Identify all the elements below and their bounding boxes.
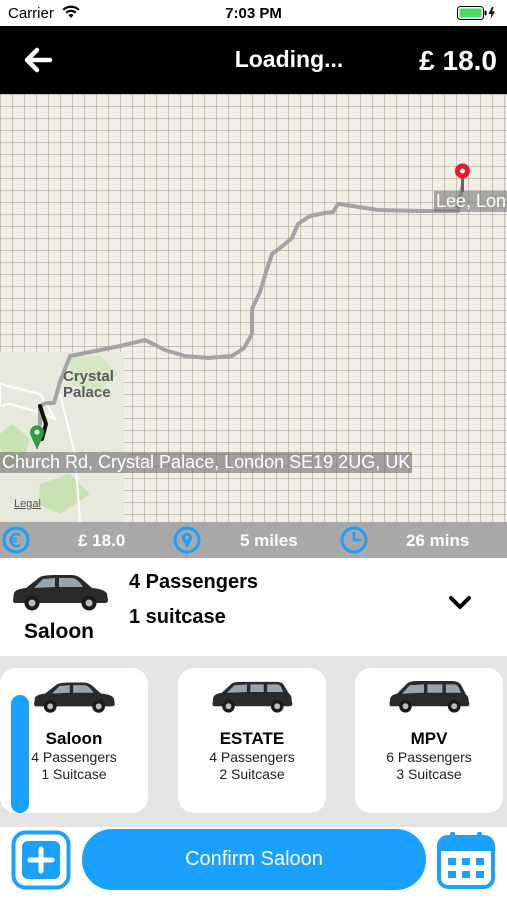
vehicle-option-luggage: 1 Suitcase (41, 766, 107, 782)
vehicle-option-saloon[interactable]: Saloon 4 Passengers 1 Suitcase (0, 668, 148, 813)
nav-price: £ 18.0 (419, 45, 497, 76)
selected-vehicle-panel[interactable]: Saloon 4 Passengers 1 suitcase (0, 558, 507, 656)
origin-pin-icon[interactable] (30, 425, 45, 450)
status-time: 7:03 PM (225, 5, 282, 22)
route-map[interactable]: Crystal Palace Legal Lee, Lon Church Rd,… (0, 94, 507, 522)
vehicle-option-name: Saloon (45, 729, 103, 748)
trip-duration: 26 mins (406, 531, 470, 550)
selected-vehicle-passengers: 4 Passengers (129, 571, 258, 593)
add-stop-button[interactable] (11, 830, 71, 890)
bottom-action-bar: Confirm Saloon (0, 827, 507, 900)
vehicle-option-estate[interactable]: ESTATE 4 Passengers 2 Suitcase (178, 668, 326, 813)
destination-pin-icon[interactable] (455, 163, 470, 193)
euro-icon (2, 526, 30, 554)
calendar-icon[interactable] (436, 830, 496, 890)
confirm-button[interactable]: Confirm Saloon (82, 829, 426, 890)
trip-info-bar: £ 18.0 5 miles 26 mins (0, 522, 507, 558)
vehicle-option-luggage: 3 Suitcase (396, 766, 462, 782)
origin-label: Church Rd, Crystal Palace, London SE19 2… (0, 452, 413, 473)
park-area (38, 474, 90, 514)
vehicle-option-passengers: 4 Passengers (31, 749, 117, 765)
vehicle-option-name: MPV (410, 729, 448, 748)
location-pin-icon (173, 526, 201, 554)
map-legal-link[interactable]: Legal (14, 498, 41, 510)
plus-icon (22, 841, 60, 879)
selected-vehicle-luggage: 1 suitcase (129, 606, 226, 628)
vehicle-option-passengers: 6 Passengers (386, 749, 472, 765)
nav-bar: Loading... £ 18.0 (0, 26, 507, 94)
clock-icon (340, 526, 368, 554)
trip-fare: £ 18.0 (78, 531, 126, 550)
vehicle-option-passengers: 4 Passengers (209, 749, 295, 765)
vehicle-option-luggage: 2 Suitcase (219, 766, 285, 782)
battery-icon (457, 6, 495, 20)
status-bar: Carrier 7:03 PM (0, 0, 507, 26)
destination-label: Lee, Lon (434, 191, 507, 212)
vehicle-option-mpv[interactable]: MPV 6 Passengers 3 Suitcase (355, 668, 503, 813)
car-icon (389, 681, 470, 713)
chevron-down-icon[interactable] (446, 594, 474, 612)
selected-vehicle-name: Saloon (24, 620, 95, 643)
car-icon (34, 682, 115, 713)
trip-distance: 5 miles (240, 531, 298, 550)
vehicle-option-name: ESTATE (219, 729, 285, 748)
car-icon (13, 575, 108, 611)
car-icon (212, 681, 293, 713)
map-area-label: Crystal Palace (63, 368, 114, 401)
vehicle-options: Saloon 4 Passengers 1 Suitcase ESTATE 4 … (0, 656, 507, 827)
